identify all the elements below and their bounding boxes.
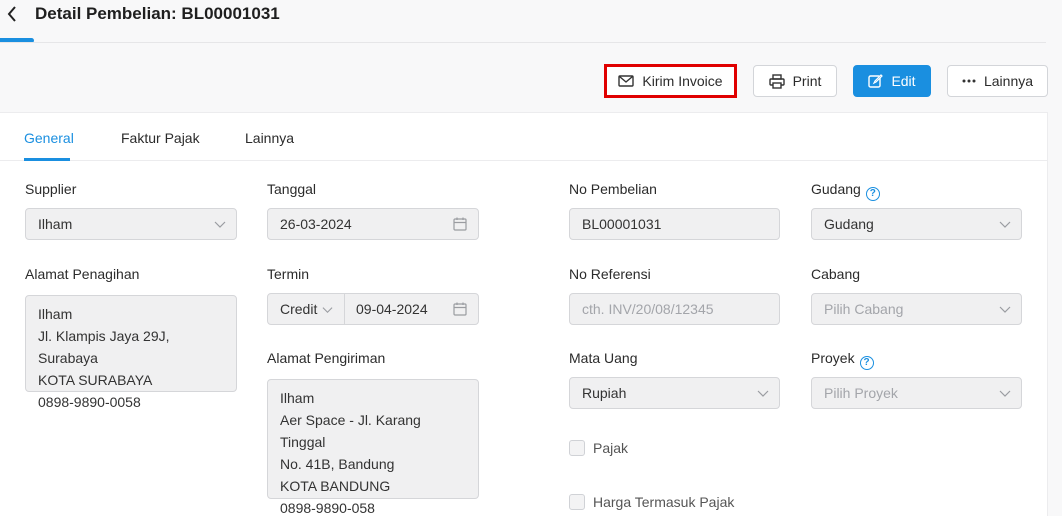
supplier-select[interactable]: Ilham xyxy=(25,208,237,240)
no-referensi-label: No Referensi xyxy=(569,266,651,282)
help-icon[interactable]: ? xyxy=(865,187,880,201)
more-label: Lainnya xyxy=(983,73,1034,89)
mata-uang-select[interactable]: Rupiah xyxy=(569,377,780,409)
supplier-value: Ilham xyxy=(38,216,73,232)
pajak-checkbox[interactable] xyxy=(569,440,585,456)
alamat-penagihan-line: KOTA SURABAYA xyxy=(38,372,153,388)
proyek-select[interactable]: Pilih Proyek xyxy=(811,377,1022,409)
gudang-label-text: Gudang xyxy=(811,181,861,197)
tanggal-label: Tanggal xyxy=(267,181,317,197)
proyek-label-text: Proyek xyxy=(811,350,855,366)
calendar-icon xyxy=(453,302,467,316)
proyek-placeholder: Pilih Proyek xyxy=(824,385,898,401)
chevron-down-icon xyxy=(757,390,769,397)
no-pembelian-label: No Pembelian xyxy=(569,181,657,197)
tanggal-value: 26-03-2024 xyxy=(280,216,352,232)
chevron-down-icon xyxy=(999,221,1011,228)
alamat-penagihan-line: Jl. Klampis Jaya 29J, Surabaya xyxy=(38,328,170,366)
chevron-down-icon xyxy=(999,306,1011,313)
calendar-icon xyxy=(453,217,467,231)
print-label: Print xyxy=(792,73,822,89)
mata-uang-label: Mata Uang xyxy=(569,350,638,366)
edit-button[interactable]: Edit xyxy=(853,65,931,97)
alamat-pengiriman-line: 0898-9890-058 xyxy=(280,500,375,516)
alamat-penagihan-line: Ilham xyxy=(38,306,73,322)
termin-value: Credit xyxy=(280,301,318,317)
gudang-value: Gudang xyxy=(824,216,874,232)
alamat-penagihan-label: Alamat Penagihan xyxy=(25,266,140,282)
harga-termasuk-pajak-checkbox[interactable] xyxy=(569,494,585,510)
tab-bar: General Faktur Pajak Lainnya xyxy=(0,113,1048,161)
kirim-invoice-button[interactable]: Kirim Invoice xyxy=(604,64,737,98)
edit-icon xyxy=(868,73,884,88)
kirim-invoice-label: Kirim Invoice xyxy=(642,73,723,89)
alamat-pengiriman-textarea[interactable]: Ilham Aer Space - Jl. Karang Tinggal No.… xyxy=(267,379,479,516)
termin-date-value: 09-04-2024 xyxy=(356,301,428,317)
mail-icon xyxy=(618,75,635,87)
detail-card: General Faktur Pajak Lainnya Supplier Il… xyxy=(0,112,1048,516)
cabang-select[interactable]: Pilih Cabang xyxy=(811,293,1022,325)
no-referensi-input[interactable]: cth. INV/20/08/12345 xyxy=(569,293,780,325)
no-referensi-placeholder: cth. INV/20/08/12345 xyxy=(582,301,714,317)
termin-date-input[interactable]: 09-04-2024 xyxy=(356,301,428,317)
header-divider xyxy=(0,42,1046,43)
mata-uang-value: Rupiah xyxy=(582,385,627,401)
help-icon[interactable]: ? xyxy=(859,356,874,370)
more-button[interactable]: Lainnya xyxy=(947,65,1048,97)
tab-faktur-pajak[interactable]: Faktur Pajak xyxy=(121,130,200,146)
no-pembelian-value: BL00001031 xyxy=(582,216,662,232)
tanggal-input[interactable]: 26-03-2024 xyxy=(267,208,479,240)
alamat-pengiriman-line: Ilham xyxy=(280,390,315,406)
cabang-placeholder: Pilih Cabang xyxy=(824,301,904,317)
termin-select[interactable]: Credit xyxy=(280,301,317,317)
proyek-label: Proyek? xyxy=(811,350,874,370)
chevron-down-icon xyxy=(999,390,1011,397)
pajak-label: Pajak xyxy=(593,440,629,456)
alamat-pengiriman-line: KOTA BANDUNG xyxy=(280,478,391,494)
gudang-label: Gudang? xyxy=(811,181,880,201)
termin-label: Termin xyxy=(267,266,310,282)
tab-lainnya[interactable]: Lainnya xyxy=(245,130,294,146)
alamat-penagihan-line: 0898-9890-0058 xyxy=(38,394,141,410)
page-header: Detail Pembelian: BL00001031 xyxy=(0,0,1062,44)
back-button[interactable] xyxy=(3,2,21,26)
alamat-pengiriman-label: Alamat Pengiriman xyxy=(267,350,386,366)
print-button[interactable]: Print xyxy=(753,65,837,97)
more-dots-icon xyxy=(962,79,976,83)
tab-general[interactable]: General xyxy=(24,130,74,146)
no-pembelian-input[interactable]: BL00001031 xyxy=(569,208,780,240)
alamat-pengiriman-line: No. 41B, Bandung xyxy=(280,456,395,472)
alamat-penagihan-textarea[interactable]: Ilham Jl. Klampis Jaya 29J, Surabaya KOT… xyxy=(25,295,237,410)
page-title: Detail Pembelian: BL00001031 xyxy=(35,4,280,23)
termin-divider xyxy=(344,294,345,324)
printer-icon xyxy=(768,73,785,89)
termin-group: Credit 09-04-2024 xyxy=(267,293,479,325)
active-tab-indicator xyxy=(24,158,70,161)
chevron-down-icon xyxy=(322,307,333,314)
chevron-down-icon xyxy=(214,221,226,228)
gudang-select[interactable]: Gudang xyxy=(811,208,1022,240)
supplier-label: Supplier xyxy=(25,181,77,197)
chevron-left-icon xyxy=(7,6,16,22)
alamat-pengiriman-line: Aer Space - Jl. Karang Tinggal xyxy=(280,412,421,450)
harga-termasuk-pajak-label: Harga Termasuk Pajak xyxy=(593,494,735,510)
cabang-label: Cabang xyxy=(811,266,861,282)
edit-label: Edit xyxy=(891,73,916,89)
